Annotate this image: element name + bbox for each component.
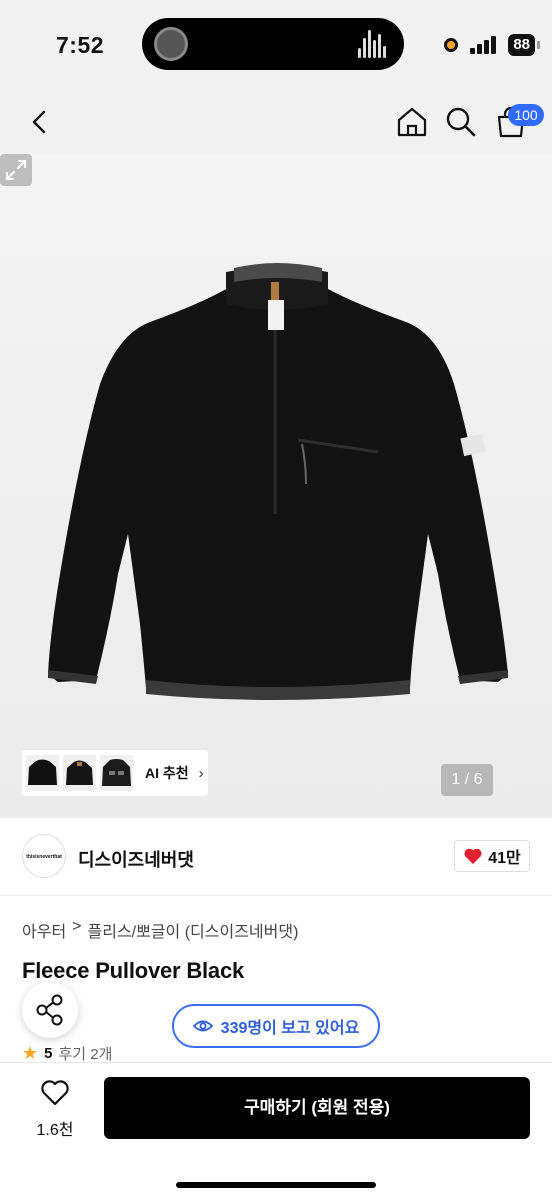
brand-name[interactable]: 디스이즈네버댓 — [78, 846, 194, 872]
breadcrumb-item[interactable]: 플리스/뽀글이 (디스이즈네버댓) — [88, 918, 299, 942]
rating-value: 5 — [44, 1045, 53, 1062]
now-playing-artwork-icon — [154, 27, 188, 61]
mic-in-use-icon — [444, 38, 459, 52]
related-item-thumbnail[interactable] — [26, 755, 59, 791]
wishlist-count: 1.6천 — [36, 1122, 74, 1139]
related-item-thumbnail[interactable] — [100, 755, 133, 791]
ai-recommend-label[interactable]: AI 추천 — [145, 763, 189, 783]
app-header — [0, 90, 552, 154]
product-image-carousel[interactable]: AI 추천 › 1 / 6 — [0, 154, 552, 818]
status-bar: 7:52 88 — [0, 0, 552, 90]
buy-button[interactable]: 구매하기 (회원 전용) — [104, 1077, 530, 1139]
cellular-signal-icon — [470, 36, 497, 54]
brand-logo[interactable]: thisisneverthat — [22, 834, 66, 878]
home-icon[interactable] — [394, 104, 430, 140]
viewers-count-pill: 339명이 보고 있어요 — [172, 1004, 380, 1048]
brand-like-count: 41만 — [488, 850, 521, 867]
breadcrumb: 아우터 > 플리스/뽀글이 (디스이즈네버댓) — [22, 918, 298, 942]
system-indicators: 88 — [444, 34, 540, 56]
share-icon — [36, 994, 63, 1026]
home-indicator — [176, 1182, 376, 1188]
viewers-text: 339명이 보고 있어요 — [220, 1020, 360, 1037]
expand-icon[interactable] — [0, 154, 32, 186]
battery-icon: 88 — [508, 34, 535, 56]
brand-like-button[interactable]: 41만 — [454, 840, 530, 872]
review-count: 후기 2개 — [58, 1046, 113, 1063]
search-icon[interactable] — [443, 104, 479, 140]
related-items-strip[interactable]: AI 추천 › — [22, 750, 208, 796]
share-button[interactable] — [22, 982, 78, 1038]
heart-outline-icon — [41, 1080, 69, 1106]
eye-icon — [192, 1020, 213, 1032]
image-page-indicator: 1 / 6 — [441, 764, 493, 796]
cart-count-badge: 100 — [508, 104, 544, 126]
breadcrumb-item[interactable]: 아우터 — [22, 918, 66, 942]
chevron-right-icon: › — [198, 764, 204, 782]
rating-summary[interactable]: ★ 5 후기 2개 — [22, 1043, 112, 1064]
audio-waveform-icon — [358, 30, 388, 58]
dynamic-island — [142, 18, 404, 70]
status-time: 7:52 — [56, 32, 105, 58]
heart-filled-icon — [464, 848, 482, 864]
back-button[interactable] — [22, 104, 58, 140]
product-photo-fleece-pullover — [48, 263, 508, 700]
star-icon: ★ — [22, 1043, 39, 1063]
bottom-action-bar: 1.6천 구매하기 (회원 전용) — [0, 1062, 552, 1200]
wishlist-button[interactable]: 1.6천 — [22, 1079, 88, 1140]
breadcrumb-separator: > — [72, 918, 82, 935]
related-item-thumbnail[interactable] — [63, 755, 96, 791]
brand-row[interactable]: thisisneverthat 디스이즈네버댓 41만 — [0, 818, 552, 896]
product-title: Fleece Pullover Black — [22, 958, 245, 983]
battery-cap — [537, 41, 540, 49]
